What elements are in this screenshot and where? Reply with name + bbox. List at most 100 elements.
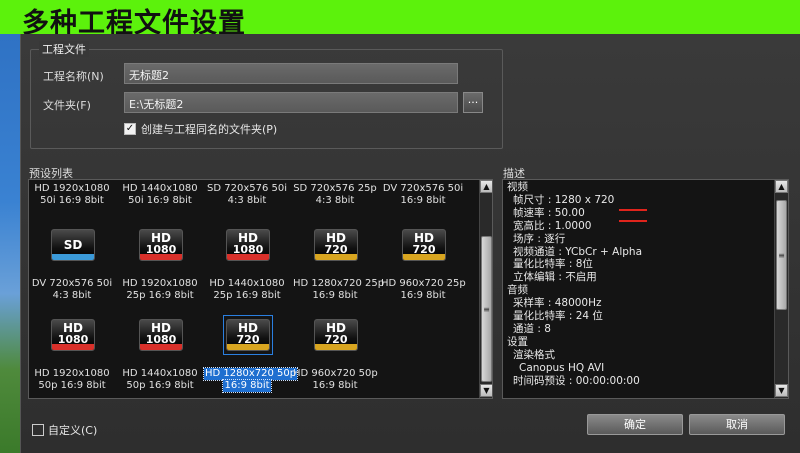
preset-item[interactable]: SD 720x576 25p 4:3 8bit — [292, 183, 378, 207]
preset-item[interactable]: DV 720x576 50i 4:3 8bit — [29, 278, 115, 302]
preset-item[interactable]: DV 720x576 50i 16:9 8bit — [380, 183, 466, 207]
folder-label: 文件夹(F) — [43, 99, 91, 112]
preset-name: HD 960x720 25p — [381, 278, 466, 289]
preset-name: SD 720x576 50i — [207, 183, 287, 194]
description-line: 音频 — [507, 284, 528, 297]
scroll-up-icon[interactable]: ▲ — [480, 180, 492, 193]
sd-sd-icon: SD — [51, 229, 95, 261]
preset-spec: 50i 16:9 8bit — [40, 195, 104, 206]
description-line: 量化比特率 : 24 位 — [513, 310, 603, 322]
folder-input[interactable]: E:\无标题2 — [124, 92, 458, 113]
hd-1080-icon: HD 1080 — [139, 229, 183, 261]
preset-badge[interactable]: HD 1080 — [136, 315, 186, 355]
annotation-mark — [619, 220, 647, 222]
description-line: 视频通道 : YCbCr + Alpha — [513, 245, 643, 258]
preset-name: HD 1440x1080 — [122, 183, 198, 194]
description-line: 设置 — [507, 335, 528, 348]
preset-badge[interactable]: HD 720 — [223, 315, 273, 355]
badge-stripe — [315, 254, 357, 260]
preset-spec: 25p 16:9 8bit — [126, 290, 194, 301]
preset-badge[interactable]: SD — [48, 225, 98, 265]
preset-name: HD 1280x720 25p — [293, 278, 385, 289]
preset-item[interactable]: HD 1920x1080 25p 16:9 8bit — [117, 278, 203, 302]
preset-spec: 50p 16:9 8bit — [126, 380, 194, 391]
scroll-down-icon[interactable]: ▼ — [775, 384, 788, 397]
hd-1080-icon: HD 1080 — [51, 319, 95, 351]
preset-scrollbar[interactable]: ▲ ≡ ▼ — [479, 180, 492, 398]
custom-option[interactable]: 自定义(C) — [32, 422, 97, 438]
preset-spec: 16:9 8bit — [312, 290, 358, 301]
badge-stripe — [227, 254, 269, 260]
scroll-down-icon[interactable]: ▼ — [480, 384, 492, 397]
preset-spec: 4:3 8bit — [315, 195, 355, 206]
preset-badge[interactable]: HD 1080 — [223, 225, 273, 265]
description-line: 视频 — [507, 181, 528, 193]
preset-list[interactable]: HD 1920x1080 50i 16:9 8bit HD 1440x1080 50i… — [28, 179, 493, 399]
description-line: 渲染格式 — [513, 348, 555, 361]
hd-720-icon: HD 720 — [314, 319, 358, 351]
description-line: Canopus HQ AVI — [519, 361, 605, 374]
annotation-mark — [619, 209, 647, 211]
scroll-thumb[interactable]: ≡ — [481, 236, 492, 382]
preset-badge[interactable]: HD 1080 — [48, 315, 98, 355]
browse-folder-button[interactable]: ... — [463, 92, 483, 113]
description-panel: 视频 帧尺寸 : 1280 x 720 帧速率 : 50.00 宽高比 : 1.000… — [502, 179, 789, 399]
title-banner: 多种工程文件设置 — [0, 0, 800, 39]
hd-720-icon: HD 720 — [402, 229, 446, 261]
badge-stripe — [52, 254, 94, 260]
badge-format-text: SD — [63, 238, 83, 252]
preset-item[interactable]: HD 1440x1080 25p 16:9 8bit — [204, 278, 290, 302]
custom-checkbox[interactable] — [32, 424, 44, 436]
preset-item[interactable]: HD 960x720 50p 16:9 8bit — [292, 368, 378, 392]
description-line: 帧速率 : 50.00 — [513, 206, 585, 219]
preset-spec: 25p 16:9 8bit — [213, 290, 281, 301]
preset-item[interactable]: HD 1280x720 25p 16:9 8bit — [292, 278, 384, 302]
badge-stripe — [52, 344, 94, 350]
preset-name: HD 1920x1080 — [34, 368, 110, 379]
preset-badge[interactable]: HD 720 — [399, 225, 449, 265]
preset-item[interactable]: HD 960x720 25p 16:9 8bit — [380, 278, 466, 302]
preset-item[interactable]: SD 720x576 50i 4:3 8bit — [204, 183, 290, 207]
hd-720-icon: HD 720 — [314, 229, 358, 261]
preset-spec: 50p 16:9 8bit — [38, 380, 106, 391]
description-scrollbar[interactable]: ▲ ≡ ▼ — [774, 180, 788, 398]
preset-item[interactable]: HD 1920x1080 50i 16:9 8bit — [29, 183, 115, 207]
badge-stripe — [140, 344, 182, 350]
preset-spec: 16:9 8bit — [312, 380, 358, 391]
preset-badge[interactable]: HD 720 — [311, 225, 361, 265]
project-settings-dialog: 工程文件 工程名称(N) 无标题2 文件夹(F) E:\无标题2 ... ✓ 创… — [20, 34, 800, 453]
preset-name: DV 720x576 50i — [31, 278, 113, 289]
project-file-group: 工程文件 工程名称(N) 无标题2 文件夹(F) E:\无标题2 ... ✓ 创… — [30, 41, 503, 149]
preset-name: HD 1440x1080 — [209, 278, 285, 289]
create-folder-option[interactable]: ✓ 创建与工程同名的文件夹(P) — [124, 121, 277, 137]
preset-name: HD 1920x1080 — [122, 278, 198, 289]
custom-label: 自定义(C) — [48, 424, 98, 437]
preset-spec: 16:9 8bit — [222, 379, 272, 393]
desktop-wallpaper — [0, 34, 20, 453]
preset-item[interactable]: HD 1440x1080 50i 16:9 8bit — [117, 183, 203, 207]
project-name-input[interactable]: 无标题2 — [124, 63, 458, 84]
preset-item[interactable]: HD 1920x1080 50p 16:9 8bit — [29, 368, 115, 392]
preset-name: HD 1280x720 50p — [202, 367, 299, 381]
scroll-up-icon[interactable]: ▲ — [775, 180, 788, 193]
description-line: 量化比特率 : 8位 — [513, 258, 593, 271]
preset-badge[interactable]: HD 1080 — [136, 225, 186, 265]
create-folder-label: 创建与工程同名的文件夹(P) — [141, 123, 278, 136]
preset-spec: 16:9 8bit — [400, 290, 446, 301]
preset-name: HD 960x720 50p — [293, 368, 378, 379]
description-line: 立体编辑 : 不启用 — [513, 271, 597, 284]
description-line: 帧尺寸 : 1280 x 720 — [513, 193, 615, 206]
preset-name: DV 720x576 50i — [382, 183, 464, 194]
preset-item[interactable]: HD 1280x720 50p 16:9 8bit — [202, 367, 299, 393]
preset-name: HD 1920x1080 — [34, 183, 110, 194]
preset-badge[interactable]: HD 720 — [311, 315, 361, 355]
badge-stripe — [227, 344, 269, 350]
badge-stripe — [315, 344, 357, 350]
preset-spec: 16:9 8bit — [400, 195, 446, 206]
scroll-thumb[interactable]: ≡ — [776, 200, 787, 310]
preset-item[interactable]: HD 1440x1080 50p 16:9 8bit — [117, 368, 203, 392]
create-folder-checkbox[interactable]: ✓ — [124, 123, 136, 135]
ok-button[interactable]: 确定 — [587, 414, 683, 435]
preset-name: SD 720x576 25p — [293, 183, 377, 194]
cancel-button[interactable]: 取消 — [689, 414, 785, 435]
